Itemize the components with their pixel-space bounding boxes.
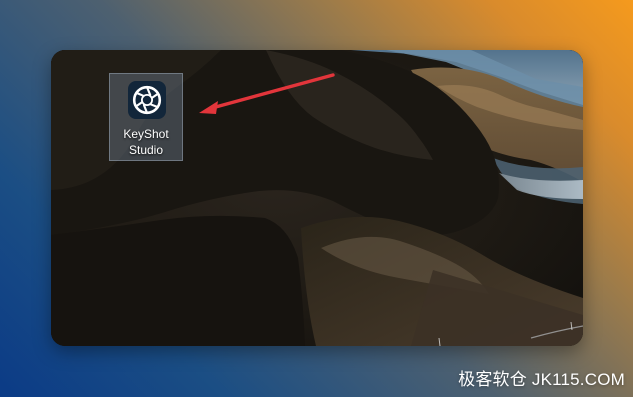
watermark-text: 极客软仓 JK115.COM [458, 370, 625, 389]
desktop-screenshot: KeyShot Studio [51, 50, 583, 346]
desktop-shortcut-label-line-2: Studio [128, 143, 164, 157]
keyshot-aperture-icon [128, 81, 166, 119]
desktop-shortcut-label-line-1: KeyShot [123, 127, 169, 141]
desktop-shortcut-keyshot-studio[interactable]: KeyShot Studio [109, 73, 183, 161]
